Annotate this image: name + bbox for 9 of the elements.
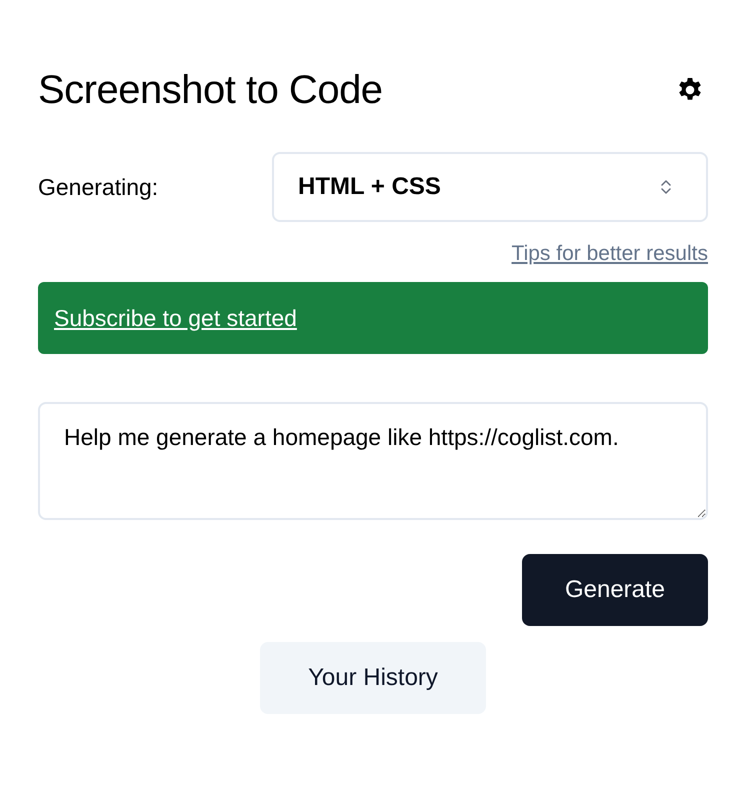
generate-button[interactable]: Generate	[522, 554, 708, 626]
generating-label: Generating:	[38, 174, 160, 200]
app-title: Screenshot to Code	[38, 68, 383, 112]
chevron-up-down-icon	[660, 178, 672, 196]
stack-select[interactable]: HTML + CSS	[272, 152, 708, 222]
subscribe-link[interactable]: Subscribe to get started	[54, 304, 297, 332]
tips-link[interactable]: Tips for better results	[512, 242, 708, 266]
prompt-field[interactable]: Help me generate a homepage like https://coglist.com.	[38, 402, 708, 520]
history-button[interactable]: Your History	[260, 642, 486, 714]
